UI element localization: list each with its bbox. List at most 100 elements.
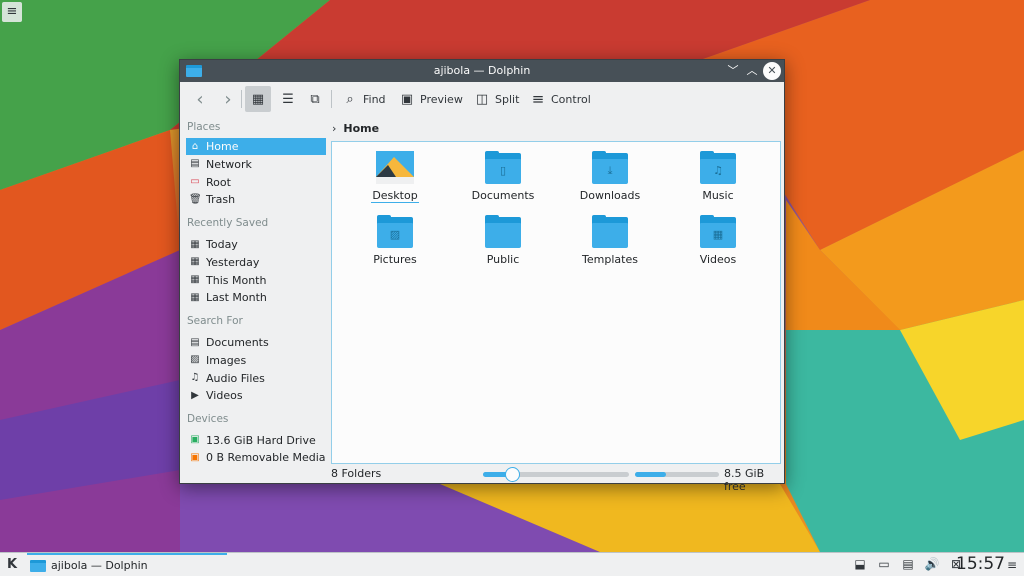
file-item-public[interactable]: Public [458, 215, 548, 266]
place-search-videos[interactable]: ▶ Videos [186, 387, 326, 404]
file-label: Music [702, 189, 734, 202]
file-label: Templates [582, 253, 638, 266]
music-icon: ♫ [190, 372, 200, 383]
place-label: This Month [206, 273, 267, 287]
desktop-toolbox-button[interactable]: ≡ [2, 2, 22, 22]
clipboard-icon[interactable]: ▤ [900, 556, 916, 572]
search-icon: ⌕ [346, 91, 354, 107]
icons-view-button[interactable]: ▦ [245, 86, 271, 112]
video-icon: ▶ [191, 389, 199, 401]
place-network[interactable]: ▤ Network [186, 156, 326, 173]
breadcrumb-home[interactable]: Home [343, 122, 379, 135]
calendar-icon: ▦ [190, 256, 200, 267]
place-search-audio[interactable]: ♫ Audio Files [186, 370, 326, 387]
preview-button[interactable]: ▣ Preview [393, 86, 469, 112]
place-label: Root [206, 175, 231, 189]
back-button[interactable]: ‹ [186, 86, 214, 112]
close-button[interactable]: ✕ [763, 62, 781, 80]
place-hard-drive[interactable]: ▣ 13.6 GiB Hard Drive [186, 432, 326, 449]
file-item-downloads[interactable]: ⤓ Downloads [565, 151, 655, 202]
calendar-icon: ▦ [190, 291, 200, 303]
breadcrumb[interactable]: › Home [332, 120, 379, 136]
maximize-button[interactable]: ︿ [743, 62, 761, 80]
kde-launcher-icon[interactable]: K [3, 556, 21, 574]
section-recently-saved: Recently Saved [187, 217, 269, 229]
documents-folder-icon: ▯ [484, 151, 522, 184]
toolbar-separator [331, 90, 332, 108]
toolbar-separator [241, 90, 242, 108]
details-view-button[interactable]: ⧉ [302, 86, 328, 112]
place-this-month[interactable]: ▦ This Month [186, 272, 326, 289]
place-label: Audio Files [206, 371, 265, 385]
split-label: Split [495, 92, 520, 106]
calendar-icon: ▦ [190, 238, 200, 250]
file-label: Public [486, 253, 520, 266]
forward-button[interactable]: › [214, 86, 242, 112]
places-panel: Places ⌂ Home ▤ Network ▭ Root 🗑 Trash Recen… [180, 116, 330, 471]
place-label: Images [206, 353, 247, 367]
place-yesterday[interactable]: ▦ Yesterday [186, 254, 326, 271]
file-item-templates[interactable]: Templates [565, 215, 655, 266]
place-root[interactable]: ▭ Root [186, 174, 326, 191]
file-view[interactable]: Desktop ▯ Documents ⤓ Downloads ♫ Music … [331, 141, 781, 464]
task-dolphin[interactable]: ajibola — Dolphin [27, 553, 227, 576]
back-icon: ‹ [196, 88, 204, 110]
place-search-documents[interactable]: ▤ Documents [186, 334, 326, 351]
file-item-videos[interactable]: ▦ Videos [673, 215, 763, 266]
calendar-icon: ▦ [190, 274, 200, 285]
place-label: Home [206, 140, 239, 153]
details-view-icon: ⧉ [310, 91, 320, 107]
file-item-music[interactable]: ♫ Music [673, 151, 763, 202]
file-label: Videos [699, 253, 737, 266]
place-label: Network [206, 157, 252, 171]
zoom-slider-handle[interactable] [505, 467, 521, 482]
place-home[interactable]: ⌂ Home [186, 138, 326, 155]
place-label: Trash [206, 193, 236, 206]
chevron-right-icon[interactable]: › [332, 122, 336, 135]
find-button[interactable]: ⌕ Find [336, 86, 392, 112]
file-item-documents[interactable]: ▯ Documents [458, 151, 548, 202]
preview-label: Preview [420, 92, 463, 106]
window-title: ajibola — Dolphin [433, 64, 531, 77]
file-item-pictures[interactable]: ▨ Pictures [350, 215, 440, 266]
minimize-button[interactable]: ﹀ [724, 62, 742, 80]
section-search-for: Search For [187, 315, 243, 327]
titlebar[interactable]: ajibola — Dolphin ﹀ ︿ ✕ [180, 60, 784, 82]
usb-device-icon[interactable]: ⬓ [852, 556, 868, 572]
place-search-images[interactable]: ▨ Images [186, 352, 326, 369]
place-label: Yesterday [206, 255, 260, 269]
place-removable-media[interactable]: ▣ 0 B Removable Media [186, 449, 326, 466]
trash-icon: 🗑 [189, 193, 202, 205]
place-last-month[interactable]: ▦ Last Month [186, 289, 326, 306]
system-tray: ⬓ ▭ ▤ 🔊 ⊠ [852, 556, 964, 572]
document-icon: ▤ [190, 336, 200, 348]
place-label: Documents [206, 336, 269, 349]
home-icon: ⌂ [191, 140, 199, 152]
display-icon[interactable]: ▭ [876, 556, 892, 572]
split-button[interactable]: ◫ Split [468, 86, 525, 112]
panel-menu-icon[interactable]: ≡ [1004, 557, 1020, 573]
clock[interactable]: 15:57 [956, 554, 1005, 574]
forward-icon: › [224, 88, 232, 110]
file-label: Documents [471, 189, 535, 202]
compact-view-icon: ☰ [282, 91, 294, 107]
file-item-desktop[interactable]: Desktop [350, 151, 440, 203]
task-label: ajibola — Dolphin [51, 559, 148, 572]
image-icon: ▨ [190, 354, 200, 365]
compact-view-button[interactable]: ☰ [275, 86, 301, 112]
folder-count: 8 Folders [331, 467, 382, 480]
hard-drive-icon: ▣ [190, 434, 200, 445]
zoom-slider[interactable] [483, 467, 629, 482]
videos-folder-icon: ▦ [699, 215, 737, 248]
place-label: Today [206, 238, 238, 251]
section-places: Places [187, 121, 221, 133]
place-label: Videos [206, 389, 243, 402]
pictures-folder-icon: ▨ [376, 215, 414, 248]
control-button[interactable]: ≡ Control [524, 86, 597, 112]
file-label: Downloads [579, 189, 641, 202]
place-trash[interactable]: 🗑 Trash [186, 191, 326, 208]
volume-icon[interactable]: 🔊 [924, 556, 940, 572]
place-today[interactable]: ▦ Today [186, 236, 326, 253]
network-icon: ▤ [190, 158, 200, 169]
dolphin-window: ajibola — Dolphin ﹀ ︿ ✕ ‹ › ▦ ☰ ⧉ ⌕ Find … [179, 59, 785, 493]
